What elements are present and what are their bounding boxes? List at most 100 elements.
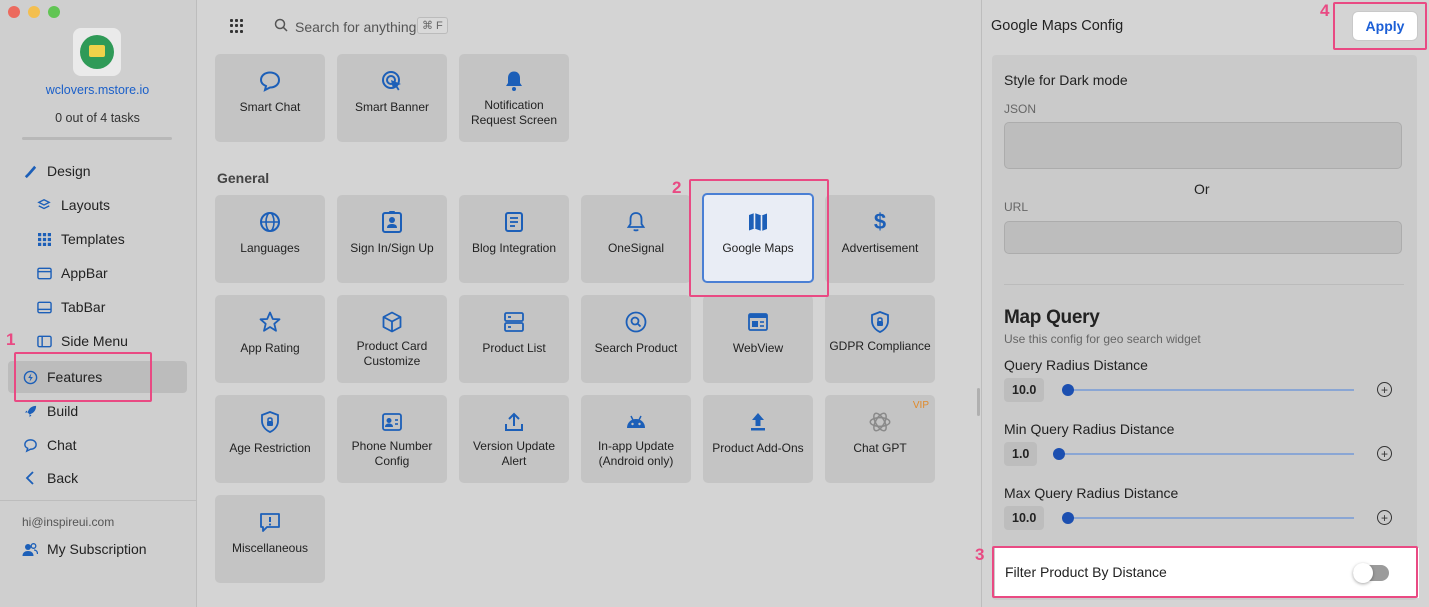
sidebar-item-back[interactable]: Back (0, 463, 197, 493)
id-card-icon (379, 209, 405, 235)
dark-mode-title: Style for Dark mode (1004, 72, 1128, 88)
feature-card-label: Advertisement (841, 241, 919, 255)
config-card: Style for Dark mode JSON Or URL Map Quer… (992, 55, 1417, 600)
config-panel: Google Maps Config Apply Style for Dark … (981, 0, 1429, 607)
max-query-radius-slider[interactable]: 10.0 + (1004, 506, 1404, 530)
feature-card-version-update-alert[interactable]: Version Update Alert (459, 395, 569, 483)
close-window-button[interactable] (8, 6, 20, 18)
feature-card-label: Product Card Customize (356, 339, 428, 368)
list-icon (501, 309, 527, 335)
tabbar-icon (35, 298, 53, 316)
feature-card-search-product[interactable]: Search Product (581, 295, 691, 383)
plus-circle-icon[interactable]: + (1377, 510, 1392, 525)
slider-value: 1.0 (1004, 442, 1038, 466)
feature-card-chat-gpt[interactable]: VIP Chat GPT (825, 395, 935, 483)
app-logo[interactable] (73, 28, 121, 76)
sidebar-item-appbar[interactable]: AppBar (0, 258, 197, 288)
highlight-box-4 (1333, 2, 1427, 50)
slider-value: 10.0 (1004, 506, 1045, 530)
zoom-window-button[interactable] (48, 6, 60, 18)
panel-title: Google Maps Config (991, 18, 1124, 34)
dark-mode-json-input[interactable] (1004, 122, 1402, 169)
feature-card-languages[interactable]: Languages (215, 195, 325, 283)
highlight-number-1: 1 (6, 330, 16, 349)
store-name-link[interactable]: wclovers.mstore.io (0, 83, 195, 97)
feature-card-label: Version Update Alert (472, 439, 556, 468)
openai-icon (867, 409, 893, 435)
slider-thumb[interactable] (1062, 384, 1074, 396)
feature-card-smart-chat[interactable]: Smart Chat (215, 54, 325, 142)
slider-track[interactable] (1054, 453, 1354, 455)
apps-grid-icon[interactable] (230, 19, 244, 33)
feature-card-notification-request[interactable]: Notification Request Screen (459, 54, 569, 142)
tasks-progress-bar (22, 137, 172, 140)
highlight-box-2 (689, 179, 829, 297)
feature-card-product-list[interactable]: Product List (459, 295, 569, 383)
feature-card-blog-integration[interactable]: Blog Integration (459, 195, 569, 283)
feature-card-smart-banner[interactable]: Smart Banner (337, 54, 447, 142)
sidebar-item-chat[interactable]: Chat (0, 430, 197, 460)
feature-card-product-add-ons[interactable]: Product Add-Ons (703, 395, 813, 483)
feature-card-in-app-update[interactable]: In-app Update (Android only) (581, 395, 691, 483)
sidebar-item-label: My Subscription (47, 541, 147, 557)
sidebar-item-tabbar[interactable]: TabBar (0, 292, 197, 322)
cube-icon (379, 309, 405, 335)
feature-card-label: Blog Integration (471, 241, 557, 255)
alert-bubble-icon (257, 509, 283, 535)
minimize-window-button[interactable] (28, 6, 40, 18)
feature-card-app-rating[interactable]: App Rating (215, 295, 325, 383)
highlight-box-1 (14, 352, 152, 402)
query-radius-slider[interactable]: 10.0 + (1004, 378, 1404, 402)
feature-card-webview[interactable]: WebView (703, 295, 813, 383)
min-query-radius-slider[interactable]: 1.0 + (1004, 442, 1404, 466)
feature-card-miscellaneous[interactable]: Miscellaneous (215, 495, 325, 583)
plus-circle-icon[interactable]: + (1377, 446, 1392, 461)
sidebar: wclovers.mstore.io 0 out of 4 tasks Desi… (0, 0, 197, 607)
globe-icon (257, 209, 283, 235)
slider-track[interactable] (1064, 389, 1354, 391)
search-input[interactable]: Search for anything (295, 19, 416, 35)
section-title-general: General (217, 170, 270, 186)
query-radius-label: Query Radius Distance (1004, 357, 1148, 373)
sidebar-item-templates[interactable]: Templates (0, 224, 197, 254)
slider-thumb[interactable] (1053, 448, 1065, 460)
feature-card-gdpr[interactable]: GDPR Compliance (825, 295, 935, 383)
slider-thumb[interactable] (1062, 512, 1074, 524)
json-label: JSON (1004, 102, 1037, 116)
feature-card-label: Miscellaneous (231, 541, 309, 555)
bell-icon (501, 68, 527, 94)
tasks-progress-text: 0 out of 4 tasks (55, 111, 140, 125)
max-query-radius-label: Max Query Radius Distance (1004, 485, 1179, 501)
feature-card-age-restriction[interactable]: Age Restriction (215, 395, 325, 483)
feature-card-onesignal[interactable]: OneSignal (581, 195, 691, 283)
feature-card-product-card-customize[interactable]: Product Card Customize (337, 295, 447, 383)
feature-card-label: Sign In/Sign Up (350, 241, 434, 255)
slider-value: 10.0 (1004, 378, 1045, 402)
feature-card-label: Chat GPT (853, 441, 907, 455)
feature-card-label: OneSignal (607, 241, 665, 255)
slider-track[interactable] (1064, 517, 1354, 519)
map-query-title: Map Query (1004, 307, 1100, 328)
highlight-box-3 (992, 546, 1418, 598)
feature-card-phone-number-config[interactable]: Phone Number Config (337, 395, 447, 483)
sidebar-item-my-subscription[interactable]: My Subscription (0, 534, 197, 564)
feature-card-label: Product List (482, 341, 546, 355)
feature-card-advertisement[interactable]: $ Advertisement (825, 195, 935, 283)
chat-icon (21, 436, 39, 454)
sidebar-item-layouts[interactable]: Layouts (0, 190, 197, 220)
sidebar-item-design[interactable]: Design (0, 156, 197, 186)
panel-resize-handle[interactable] (977, 388, 980, 416)
feature-card-label: Search Product (594, 341, 678, 355)
feature-card-label: Languages (240, 241, 300, 255)
feature-card-label: GDPR Compliance (829, 339, 931, 353)
dark-mode-url-input[interactable] (1004, 221, 1402, 254)
plus-circle-icon[interactable]: + (1377, 382, 1392, 397)
highlight-number-2: 2 (672, 178, 682, 197)
feature-card-sign-in[interactable]: Sign In/Sign Up (337, 195, 447, 283)
highlight-number-4: 4 (1320, 1, 1330, 20)
shield-lock-icon (257, 409, 283, 435)
chat-bubble-icon (257, 68, 283, 94)
main-content: Search for anything ⌘ F Smart Chat Smart… (197, 0, 981, 607)
appbar-icon (35, 264, 53, 282)
feature-card-label: Product Add-Ons (712, 441, 804, 455)
